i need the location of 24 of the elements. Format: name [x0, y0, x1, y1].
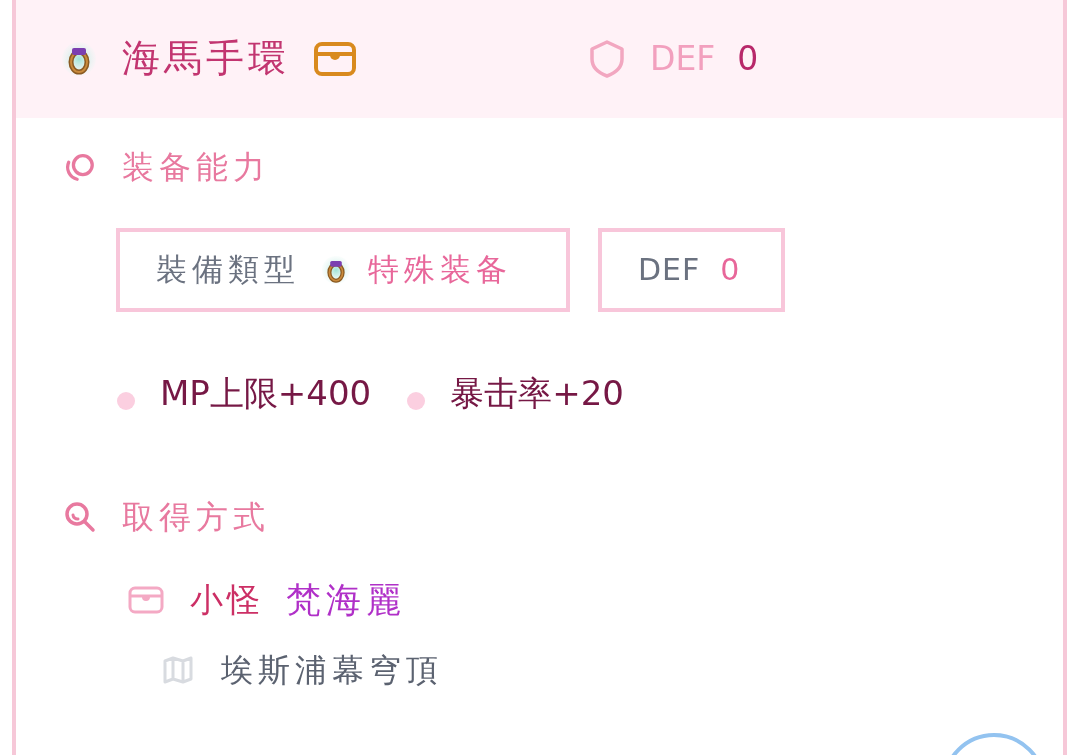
location-text: 埃斯浦幕穹頂 — [221, 650, 443, 690]
bullet-icon — [407, 392, 426, 410]
box-icon — [128, 586, 164, 614]
bullet-icon — [117, 392, 135, 410]
bonus-text: 暴击率+20 — [450, 372, 624, 414]
search-icon — [64, 501, 96, 533]
monster-name: 梵海麗 — [286, 579, 406, 621]
bonus-text: MP上限+400 — [160, 372, 372, 414]
map-icon — [163, 656, 193, 684]
source-category: 小怪 — [190, 580, 264, 620]
stat-label: DEF — [650, 39, 716, 79]
stat-value: 0 — [720, 252, 740, 288]
ring-icon — [62, 42, 96, 76]
swirl-icon — [64, 151, 96, 183]
box-icon — [314, 42, 356, 76]
section-title: 装备能力 — [122, 147, 270, 187]
shield-icon — [588, 39, 626, 79]
type-label: 裝備類型 — [156, 251, 300, 289]
stat-value: 0 — [737, 39, 759, 79]
item-title: 海馬手環 — [122, 36, 290, 82]
ring-icon — [322, 256, 350, 284]
stat-label: DEF — [638, 252, 701, 288]
type-value: 特殊装备 — [368, 251, 512, 289]
section-title: 取得方式 — [122, 497, 270, 537]
